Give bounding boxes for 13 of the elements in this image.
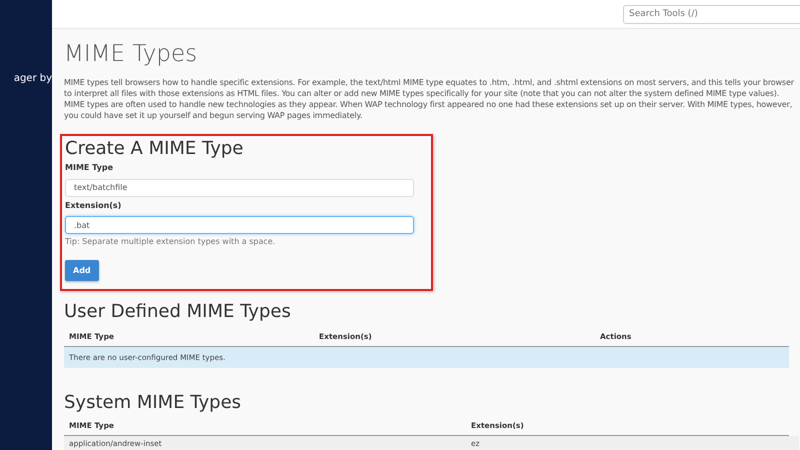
search-field[interactable]: Search Tools (/): [623, 4, 800, 24]
input-field[interactable]: .bat: [65, 216, 414, 234]
field-label: MIME Type: [65, 163, 114, 172]
page-title: MIME Types: [64, 41, 198, 67]
tip-text: Tip: Separate multiple extension types with a space.: [65, 237, 276, 246]
page-description: MIME types tell browsers how to handle specific extensions. For example, the text/html MIME type equates to .htm, .html, and .shtml extensions on most servers, and this tells your browser to interpret all files with those extensions as HTML files. You can alter or add new MIME types specifically for your site (note that you can not alter the system defined MIME type values). MIME types are often used to handle new technologies as they appear. When WAP technology first appeared no one had these extensions set up on their server. With MIME types, however, you could have set it up yourself and begun serving WAP pages immediately.: [64, 77, 795, 121]
section-heading: System MIME Types: [64, 392, 242, 413]
section-heading: Create A MIME Type: [65, 138, 244, 159]
sidebar-text: ager by: [14, 73, 52, 84]
field-label: Extension(s): [65, 200, 122, 210]
add-button[interactable]: Add: [65, 260, 99, 281]
input-field[interactable]: text/batchfile: [65, 178, 414, 196]
section-heading: User Defined MIME Types: [64, 301, 292, 322]
